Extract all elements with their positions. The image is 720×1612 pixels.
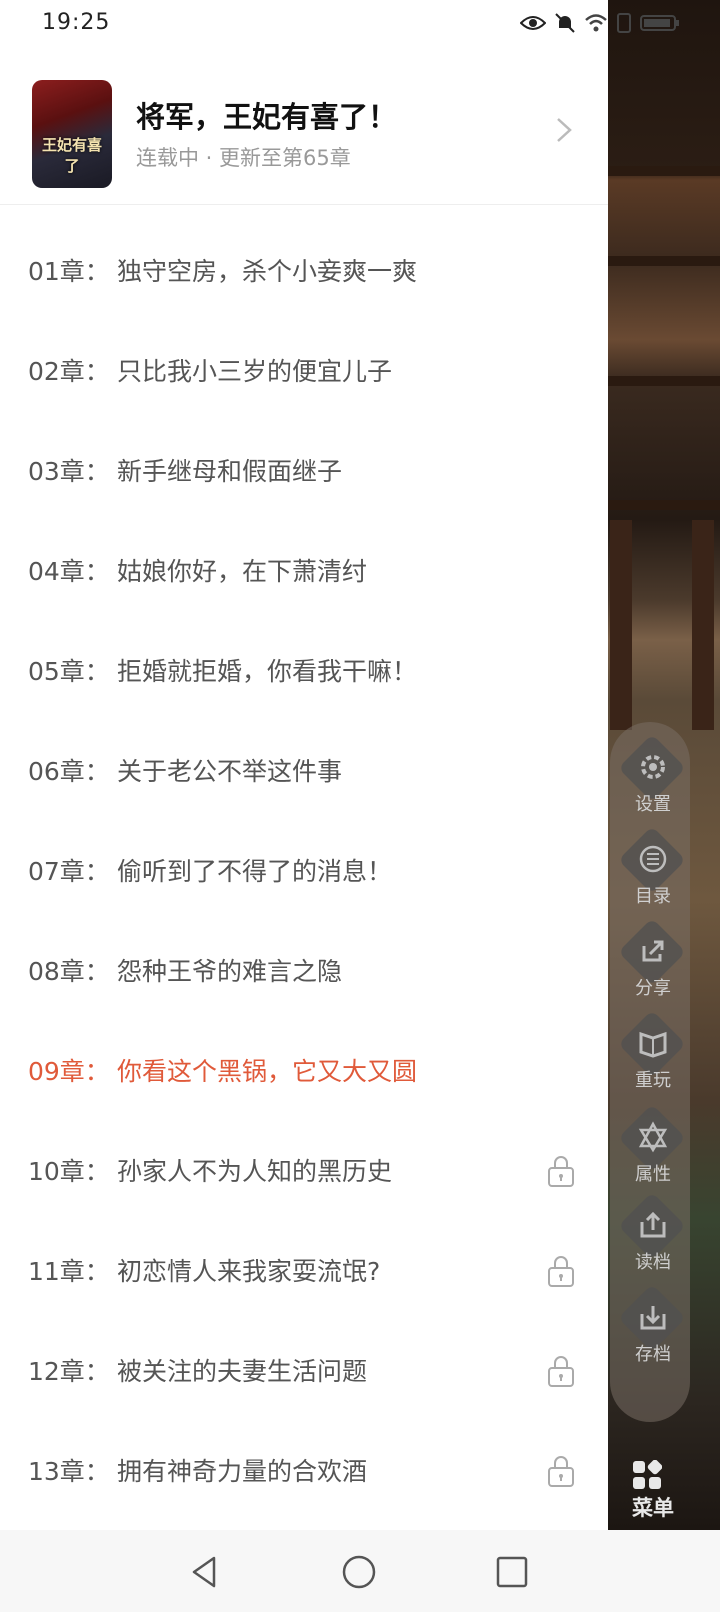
chapter-number: 07章： [28, 857, 110, 886]
book-header[interactable]: 王妃有喜了 将军，王妃有喜了！ 连载中 · 更新至第65章 [0, 76, 608, 205]
replay-button[interactable]: 重玩 [610, 1010, 700, 1108]
save-icon [640, 1306, 666, 1330]
chapter-title: 新手继母和假面继子 [117, 457, 343, 486]
share-icon [642, 940, 664, 962]
chapter-title: 姑娘你好，在下萧清纣 [117, 557, 368, 586]
chapter-item-current[interactable]: 09章： 你看这个黑锅，它又大又圆 [0, 1022, 608, 1122]
attributes-button[interactable]: 属性 [610, 1104, 700, 1202]
list-icon [639, 845, 667, 873]
chapter-item[interactable]: 04章： 姑娘你好，在下萧清纣 [0, 522, 608, 622]
chapter-title: 独守空房，杀个小妾爽一爽 [117, 257, 418, 286]
chapter-title: 只比我小三岁的便宜儿子 [117, 357, 393, 386]
status-bar: 19:25 [0, 0, 720, 48]
star-icon [638, 1121, 668, 1153]
share-button[interactable]: 分享 [610, 918, 700, 1016]
menu-button[interactable]: 菜单 [610, 1440, 690, 1530]
chapter-number: 11章： [28, 1257, 110, 1286]
chapter-item-locked[interactable]: 11章： 初恋情人来我家耍流氓? [0, 1222, 608, 1322]
menu-label: 目录 [635, 886, 671, 907]
recents-square-icon[interactable] [492, 1552, 532, 1592]
chapter-item-locked[interactable]: 10章： 孙家人不为人知的黑历史 [0, 1122, 608, 1222]
chapter-item[interactable]: 01章： 独守空房，杀个小妾爽一爽 [0, 222, 608, 322]
load-button[interactable]: 读档 [610, 1192, 700, 1290]
menu-label: 读档 [635, 1252, 671, 1273]
menu-label: 设置 [635, 794, 671, 815]
battery-icon [640, 15, 679, 31]
chapter-title: 初恋情人来我家耍流氓? [117, 1257, 381, 1286]
home-circle-icon[interactable] [339, 1552, 379, 1592]
chapter-drawer: 王妃有喜了 将军，王妃有喜了！ 连载中 · 更新至第65章 01章： 独守空房，… [0, 0, 608, 1530]
grid-icon [633, 1460, 662, 1489]
chapter-title: 你看这个黑锅，它又大又圆 [117, 1057, 418, 1086]
load-icon [640, 1211, 666, 1238]
chapter-title: 怨种王爷的难言之隐 [117, 957, 343, 986]
chapter-title: 被关注的夫妻生活问题 [117, 1357, 368, 1386]
book-cover: 王妃有喜了 [32, 80, 112, 188]
chapter-number: 01章： [28, 257, 110, 286]
menu-label: 重玩 [635, 1070, 671, 1091]
chapter-title: 偷听到了不得了的消息！ [117, 857, 393, 886]
cover-title: 王妃有喜了 [41, 136, 102, 175]
lock-icon [548, 1356, 574, 1387]
system-nav-bar [0, 1530, 720, 1612]
gear-icon [641, 755, 665, 779]
chapter-item[interactable]: 06章： 关于老公不举这件事 [0, 722, 608, 822]
chapter-number: 02章： [28, 357, 110, 386]
menu-label: 分享 [635, 978, 671, 999]
sim-icon [617, 13, 631, 33]
lock-icon [548, 1256, 574, 1287]
menu-label: 存档 [635, 1344, 671, 1365]
chapter-number: 13章： [28, 1457, 110, 1486]
wifi-icon [585, 14, 607, 32]
chapter-item-locked[interactable]: 12章： 被关注的夫妻生活问题 [0, 1322, 608, 1422]
chapter-number: 09章： [28, 1057, 110, 1086]
chapter-title: 拥有神奇力量的合欢酒 [117, 1457, 368, 1486]
menu-button-label: 菜单 [632, 1496, 674, 1520]
back-triangle-icon[interactable] [184, 1552, 224, 1592]
eye-icon [520, 16, 546, 30]
menu-label: 属性 [635, 1164, 671, 1185]
lock-icon [548, 1156, 574, 1187]
chapter-number: 03章： [28, 457, 110, 486]
chapter-item[interactable]: 08章： 怨种王爷的难言之隐 [0, 922, 608, 1022]
chapter-list: 01章： 独守空房，杀个小妾爽一爽 02章： 只比我小三岁的便宜儿子 03章： … [0, 222, 608, 1522]
lock-icon [548, 1456, 574, 1487]
chapter-number: 04章： [28, 557, 110, 586]
chapter-item[interactable]: 07章： 偷听到了不得了的消息！ [0, 822, 608, 922]
chapter-item[interactable]: 02章： 只比我小三岁的便宜儿子 [0, 322, 608, 422]
replay-book-icon [639, 1031, 667, 1058]
status-time: 19:25 [42, 10, 111, 35]
bell-muted-icon [555, 13, 575, 33]
chapter-title: 关于老公不举这件事 [117, 757, 343, 786]
chapter-number: 06章： [28, 757, 110, 786]
chapter-title: 拒婚就拒婚，你看我干嘛！ [117, 657, 418, 686]
chapter-item[interactable]: 03章： 新手继母和假面继子 [0, 422, 608, 522]
chapter-number: 12章： [28, 1357, 110, 1386]
book-title: 将军，王妃有喜了！ [136, 100, 398, 134]
book-status: 连载中 · 更新至第65章 [136, 146, 351, 170]
chapter-number: 05章： [28, 657, 110, 686]
chapter-item[interactable]: 05章： 拒婚就拒婚，你看我干嘛！ [0, 622, 608, 722]
chapter-number: 08章： [28, 957, 110, 986]
chapter-title: 孙家人不为人知的黑历史 [117, 1157, 393, 1186]
catalog-button[interactable]: 目录 [610, 826, 700, 924]
save-button[interactable]: 存档 [610, 1284, 700, 1382]
chevron-right-icon[interactable] [548, 114, 580, 146]
settings-button[interactable]: 设置 [610, 734, 700, 832]
chapter-item-locked[interactable]: 13章： 拥有神奇力量的合欢酒 [0, 1422, 608, 1522]
chapter-number: 10章： [28, 1157, 110, 1186]
